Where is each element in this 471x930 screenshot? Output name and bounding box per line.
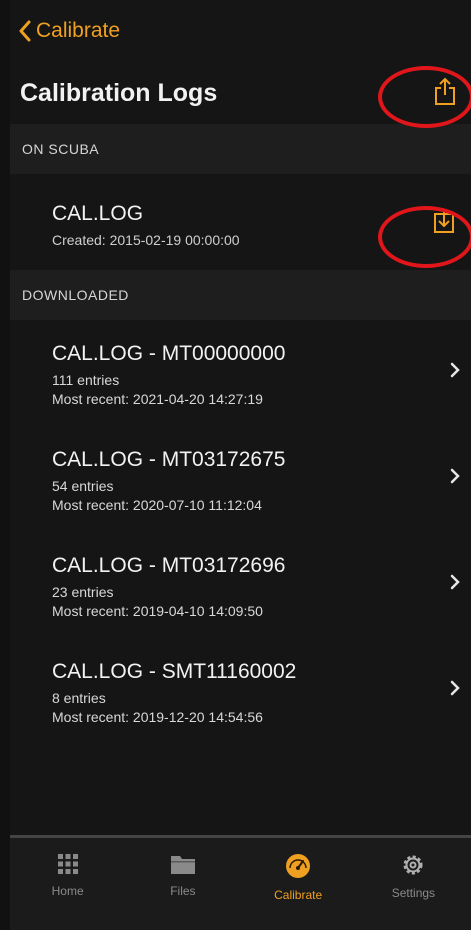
navigation-bar: Calibrate: [10, 0, 471, 62]
share-button[interactable]: [428, 72, 462, 110]
chevron-right-icon: [450, 680, 460, 696]
grid-icon: [57, 854, 78, 874]
tab-home[interactable]: Home: [10, 838, 125, 930]
scuba-log-row: CAL.LOG Created: 2015-02-19 00:00:00: [10, 174, 471, 270]
chevron-right-icon: [450, 468, 460, 484]
section-header-downloaded: DOWNLOADED: [10, 270, 471, 320]
tab-bar: Home Files Calibrate Settings: [10, 835, 471, 930]
scuba-log-name: CAL.LOG: [52, 202, 144, 225]
log-entry-count: 8 entries: [52, 690, 106, 706]
log-row[interactable]: CAL.LOG - MT03172696 23 entries Most rec…: [10, 532, 471, 638]
download-button[interactable]: [428, 204, 460, 238]
log-row[interactable]: CAL.LOG - MT03172675 54 entries Most rec…: [10, 426, 471, 532]
gear-icon: [403, 855, 423, 875]
folder-icon: [170, 856, 195, 874]
title-row: Calibration Logs: [10, 62, 471, 124]
log-entry-count: 54 entries: [52, 478, 114, 494]
log-most-recent: Most recent: 2021-04-20 14:27:19: [52, 391, 263, 407]
back-label: Calibrate: [36, 19, 121, 42]
download-icon: [434, 210, 454, 233]
log-entry-count: 111 entries: [52, 372, 120, 388]
log-most-recent: Most recent: 2020-07-10 11:12:04: [52, 497, 262, 513]
scuba-log-created: Created: 2015-02-19 00:00:00: [52, 232, 240, 248]
chevron-left-icon: [19, 20, 31, 42]
chevron-right-icon: [450, 362, 460, 378]
tab-settings[interactable]: Settings: [356, 838, 471, 930]
gauge-icon: [286, 854, 311, 878]
log-name: CAL.LOG - MT03172696: [52, 554, 286, 577]
log-most-recent: Most recent: 2019-12-20 14:54:56: [52, 709, 263, 725]
log-name: CAL.LOG - MT03172675: [52, 448, 286, 471]
tab-files[interactable]: Files: [125, 838, 240, 930]
app-screen: Calibrate Calibration Logs ON SCUBA CAL.…: [10, 0, 471, 930]
tab-label: Files: [170, 884, 196, 898]
log-row[interactable]: CAL.LOG - MT00000000 111 entries Most re…: [10, 320, 471, 426]
share-icon: [435, 77, 455, 105]
tab-calibrate[interactable]: Calibrate: [241, 838, 356, 930]
log-name: CAL.LOG - SMT11160002: [52, 660, 297, 683]
log-most-recent: Most recent: 2019-04-10 14:09:50: [52, 603, 263, 619]
tab-label: Calibrate: [274, 888, 323, 902]
page-title: Calibration Logs: [20, 78, 218, 107]
log-name: CAL.LOG - MT00000000: [52, 342, 286, 365]
chevron-right-icon: [450, 574, 460, 590]
log-entry-count: 23 entries: [52, 584, 114, 600]
tab-label: Settings: [391, 886, 436, 900]
back-button[interactable]: Calibrate: [18, 19, 120, 43]
tab-label: Home: [51, 884, 84, 898]
log-row[interactable]: CAL.LOG - SMT11160002 8 entries Most rec…: [10, 638, 471, 744]
downloaded-log-list: CAL.LOG - MT00000000 111 entries Most re…: [10, 320, 471, 744]
section-header-on-scuba: ON SCUBA: [10, 124, 471, 174]
